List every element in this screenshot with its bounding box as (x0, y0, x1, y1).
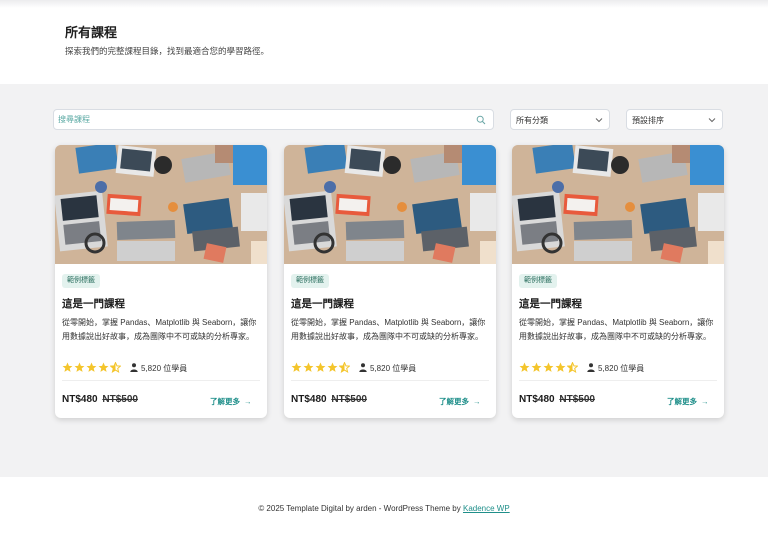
arrow-right-icon: → (244, 397, 252, 406)
star-icon (98, 362, 109, 372)
star-icon (303, 362, 314, 372)
learn-more-link[interactable]: 了解更多 → (210, 396, 252, 407)
page-title: 所有課程 (65, 25, 118, 40)
course-description: 從零開始，掌握 Pandas、Matplotlib 與 Seaborn，讓你用數… (519, 318, 714, 341)
arrow-right-icon: → (701, 397, 709, 406)
star-half-icon (110, 362, 121, 373)
original-price: NT$500 (102, 394, 138, 405)
sort-select-value: 預設排序 (632, 116, 664, 125)
star-icon (86, 362, 97, 372)
original-price: NT$500 (331, 394, 367, 405)
chevron-down-icon (708, 118, 716, 123)
user-icon (130, 363, 138, 372)
course-tag[interactable]: 範例標籤 (519, 274, 557, 288)
course-thumbnail[interactable] (512, 145, 724, 264)
course-description: 從零開始，掌握 Pandas、Matplotlib 與 Seaborn，讓你用數… (291, 318, 486, 341)
card-divider (519, 380, 717, 381)
learn-more-label: 了解更多 (439, 397, 469, 406)
top-bar (0, 0, 768, 8)
star-icon (555, 362, 566, 372)
learn-more-label: 了解更多 (667, 397, 697, 406)
star-icon (327, 362, 338, 372)
student-count-text: 5,820 位學員 (141, 364, 188, 373)
star-half-icon (339, 362, 350, 373)
course-description: 從零開始，掌握 Pandas、Matplotlib 與 Seaborn，讓你用數… (62, 318, 257, 341)
course-price: NT$480 NT$500 (291, 394, 367, 405)
course-title[interactable]: 這是一門課程 (62, 296, 125, 311)
star-icon (543, 362, 554, 372)
course-price: NT$480 NT$500 (62, 394, 138, 405)
course-title[interactable]: 這是一門課程 (519, 296, 582, 311)
page-subtitle: 探索我們的完整課程目錄，找到最適合您的學習路徑。 (65, 46, 270, 56)
current-price: NT$480 (62, 394, 98, 405)
page-footer: © 2025 Template Digital by arden - WordP… (0, 477, 768, 540)
search-input[interactable] (58, 112, 468, 127)
course-tag[interactable]: 範例標籤 (291, 274, 329, 288)
footer-text: © 2025 Template Digital by arden - WordP… (0, 504, 768, 513)
course-tag[interactable]: 範例標籤 (62, 274, 100, 288)
user-icon (359, 363, 367, 372)
current-price: NT$480 (291, 394, 327, 405)
course-price: NT$480 NT$500 (519, 394, 595, 405)
star-icon (74, 362, 85, 372)
course-card[interactable]: 範例標籤 這是一門課程 從零開始，掌握 Pandas、Matplotlib 與 … (284, 145, 496, 418)
card-divider (291, 380, 489, 381)
page-header: 所有課程 探索我們的完整課程目錄，找到最適合您的學習路徑。 (0, 0, 768, 84)
learn-more-link[interactable]: 了解更多 → (439, 396, 481, 407)
star-icon (531, 362, 542, 372)
student-count-text: 5,820 位學員 (370, 364, 417, 373)
course-card[interactable]: 範例標籤 這是一門課程 從零開始，掌握 Pandas、Matplotlib 與 … (55, 145, 267, 418)
search-icon[interactable] (476, 115, 486, 125)
user-icon (587, 363, 595, 372)
star-half-icon (567, 362, 578, 373)
current-price: NT$480 (519, 394, 555, 405)
star-icon (62, 362, 73, 372)
star-icon (291, 362, 302, 372)
learn-more-label: 了解更多 (210, 397, 240, 406)
card-divider (62, 380, 260, 381)
kadence-wp-link[interactable]: Kadence WP (463, 504, 510, 513)
course-title[interactable]: 這是一門課程 (291, 296, 354, 311)
learn-more-link[interactable]: 了解更多 → (667, 396, 709, 407)
student-count-text: 5,820 位學員 (598, 364, 645, 373)
category-select-value: 所有分類 (516, 116, 548, 125)
sort-select[interactable]: 預設排序 (626, 109, 723, 130)
arrow-right-icon: → (473, 397, 481, 406)
star-icon (315, 362, 326, 372)
footer-copyright: © 2025 Template Digital by arden - WordP… (258, 504, 461, 513)
star-icon (519, 362, 530, 372)
course-thumbnail[interactable] (55, 145, 267, 264)
course-thumbnail[interactable] (284, 145, 496, 264)
course-card[interactable]: 範例標籤 這是一門課程 從零開始，掌握 Pandas、Matplotlib 與 … (512, 145, 724, 418)
category-select[interactable]: 所有分類 (510, 109, 610, 130)
original-price: NT$500 (559, 394, 595, 405)
search-box[interactable] (53, 109, 494, 130)
chevron-down-icon (595, 118, 603, 123)
